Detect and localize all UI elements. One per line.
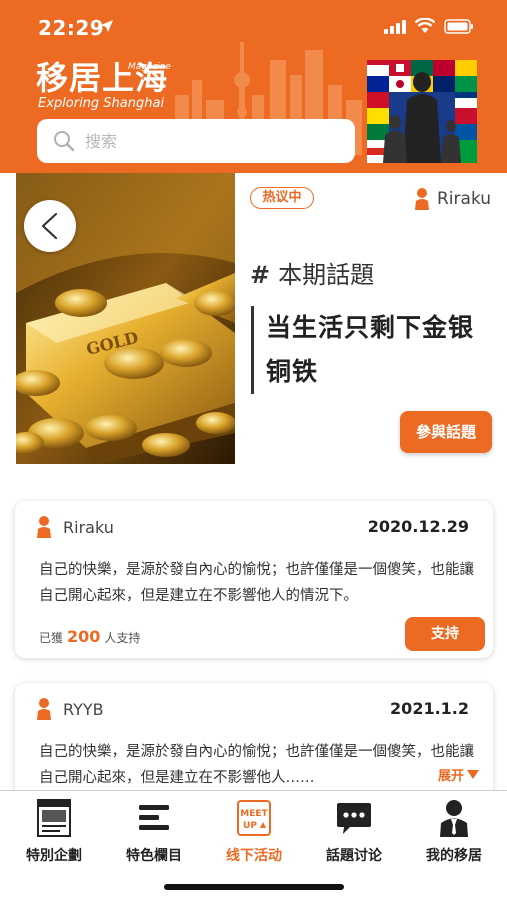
tab-label: 話題讨论	[326, 848, 382, 864]
brand-logo: 移居上海 Magazine Exploring Shanghai	[36, 60, 176, 114]
tab-label: 特別企劃	[26, 848, 82, 864]
meetup-icon-line2: UP	[243, 821, 257, 831]
comment-date: 2020.12.29	[367, 517, 469, 536]
tab-special-features[interactable]: 特別企劃	[6, 799, 102, 869]
search-input[interactable]	[85, 127, 335, 155]
search-icon	[54, 131, 75, 152]
comment-text: 自己的快樂，是源於發自內心的愉悅；也許僅僅是一個傻笑，也能讓自己開心起來，但是建…	[39, 562, 474, 604]
cellular-signal-icon	[384, 20, 406, 34]
chat-bubble-icon	[337, 803, 371, 834]
comment-card: Riraku 2020.12.29 自己的快樂，是源於發自內心的愉悅；也許僅僅是…	[15, 501, 493, 658]
tab-offline-events[interactable]: MEET UP 线下活动	[206, 799, 302, 869]
topic-title: 当生活只剩下金银铜铁	[266, 313, 475, 386]
search-bar[interactable]	[37, 119, 355, 163]
expand-label: 展开	[437, 769, 464, 784]
battery-icon	[444, 19, 473, 34]
topic-author[interactable]: Riraku	[415, 187, 491, 211]
support-count: 已獲 200 人支持	[39, 627, 140, 646]
tab-topic-discussion[interactable]: 話題讨论	[306, 799, 402, 869]
comment-text: 自己的快樂，是源於發自內心的愉悅；也許僅僅是一個傻笑，也能讓自己開心起來，但是建…	[39, 744, 474, 786]
comment-author-name: Riraku	[63, 517, 114, 537]
comment-date: 2021.1.2	[390, 699, 469, 718]
tab-featured-columns[interactable]: 特色欄目	[106, 799, 202, 869]
issue-topic-label: 本期話題	[278, 261, 375, 289]
topic-author-name: Riraku	[437, 189, 492, 209]
triangle-down-icon	[467, 769, 479, 779]
status-bar: 22:29	[0, 0, 507, 50]
join-topic-button[interactable]: 參與話題	[400, 411, 492, 453]
expand-comment-link[interactable]: 展开	[438, 765, 479, 784]
logo-subtitle: Exploring Shanghai	[38, 96, 165, 111]
support-suffix: 人支持	[104, 631, 141, 645]
topic-title-block: 当生活只剩下金银铜铁	[251, 306, 491, 394]
comment-author[interactable]: RYYB	[37, 697, 104, 721]
tab-label: 我的移居	[426, 848, 482, 864]
user-icon	[415, 188, 429, 210]
meetup-icon: MEET UP	[237, 800, 271, 836]
comment-author[interactable]: Riraku	[37, 515, 114, 539]
issue-topic-heading: # 本期話題	[250, 255, 374, 290]
trending-badge: 热议中	[250, 187, 314, 209]
magazine-icon	[37, 799, 71, 837]
comment-author-name: RYYB	[63, 699, 104, 719]
tab-label: 线下活动	[226, 848, 282, 864]
tab-label: 特色欄目	[126, 848, 182, 864]
hashtag-icon: #	[250, 261, 271, 289]
list-icon	[139, 805, 169, 830]
location-arrow-icon	[101, 20, 113, 32]
user-icon	[37, 516, 51, 538]
app-header: 22:29 移居上海 Magazine Exploring Shanghai	[0, 0, 507, 173]
international-flags-illustration	[367, 60, 477, 163]
user-icon	[37, 698, 51, 720]
status-time: 22:29	[38, 16, 105, 40]
support-count-number: 200	[67, 627, 101, 646]
tab-my-profile[interactable]: 我的移居	[406, 799, 502, 869]
back-button[interactable]	[24, 200, 76, 252]
support-prefix: 已獲	[39, 631, 64, 645]
wifi-icon	[415, 18, 435, 33]
profile-icon	[440, 800, 468, 837]
logo-magazine-label: Magazine	[128, 62, 171, 72]
support-button[interactable]: 支持	[405, 617, 485, 651]
chevron-left-icon	[41, 212, 58, 240]
meetup-icon-line1: MEET	[240, 809, 268, 819]
home-indicator[interactable]	[164, 884, 344, 890]
